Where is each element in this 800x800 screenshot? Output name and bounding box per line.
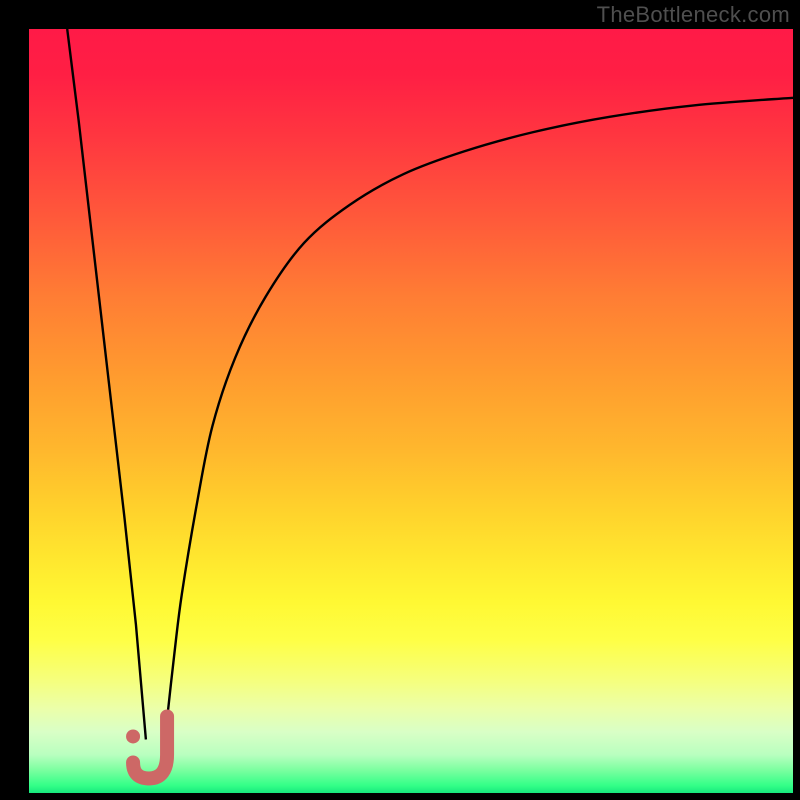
valley-j-hook xyxy=(133,716,167,778)
plot-area xyxy=(29,29,793,793)
valley-marker xyxy=(126,716,167,778)
curves-layer xyxy=(29,29,793,793)
right-branch-line xyxy=(163,98,793,763)
left-branch-line xyxy=(67,29,146,740)
chart-container: TheBottleneck.com xyxy=(0,0,800,800)
watermark-text: TheBottleneck.com xyxy=(597,2,790,28)
valley-dot xyxy=(126,729,140,743)
